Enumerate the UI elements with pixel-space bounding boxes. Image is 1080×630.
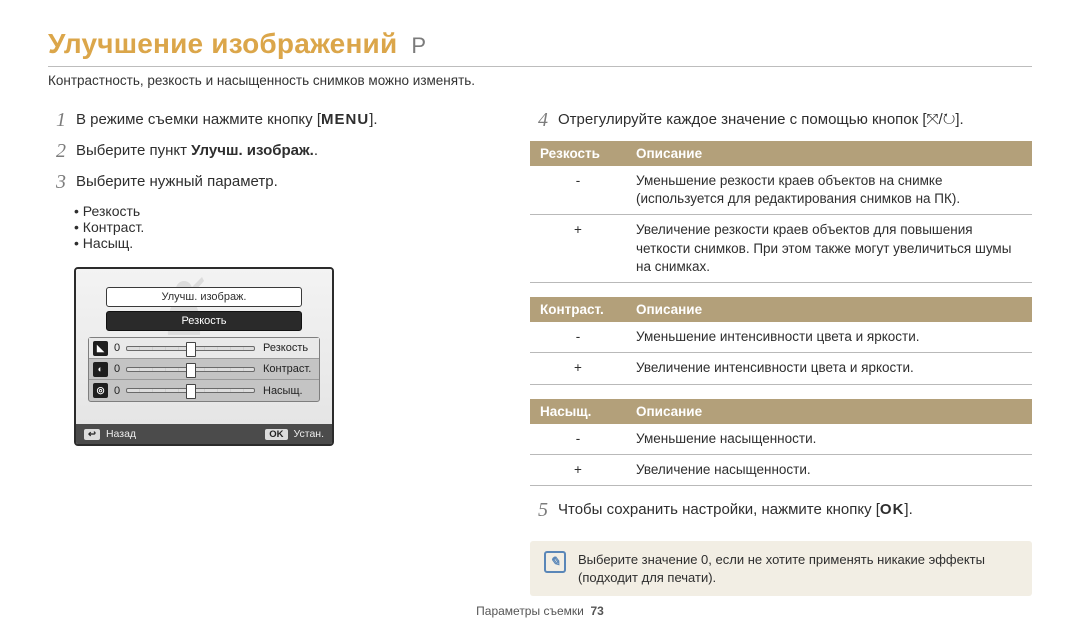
step-1-pre: В режиме съемки нажмите кнопку [ (76, 111, 321, 128)
slider-label: Резкость (259, 342, 315, 354)
page-number: 73 (591, 604, 604, 618)
step-2-bold: Улучш. изображ. (191, 142, 314, 159)
bullet-item: Контраст. (74, 219, 494, 235)
step-number: 1 (48, 110, 66, 131)
th: Контраст. (530, 297, 626, 322)
slider-value: 0 (112, 363, 122, 375)
camera-screen: Улучш. изображ. Резкость ◣ 0 Резкость ◐ … (74, 267, 334, 446)
step-number: 4 (530, 110, 548, 131)
footer-section: Параметры съемки (476, 604, 584, 618)
page-title: Улучшение изображений (48, 28, 397, 60)
table-row: +Увеличение резкости краев объектов для … (530, 215, 1032, 283)
slider-bar[interactable] (126, 346, 255, 351)
step-4-text: Отрегулируйте каждое значение с помощью … (558, 110, 1032, 131)
back-key-icon[interactable]: ↩ (84, 429, 100, 440)
mode-badge: P (411, 33, 426, 59)
th: Резкость (530, 141, 626, 166)
bullet-item: Насыщ. (74, 235, 494, 251)
saturation-icon: ◎ (93, 383, 108, 398)
menu-title: Улучш. изображ. (106, 287, 302, 307)
step-1-post: ]. (369, 111, 377, 128)
sharpness-icon: ◣ (93, 341, 108, 356)
table-row: -Уменьшение резкости краев объектов на с… (530, 166, 1032, 215)
info-icon: ✎ (544, 551, 566, 573)
th: Описание (626, 141, 1032, 166)
ok-icon: OK (880, 500, 905, 520)
slider-value: 0 (112, 385, 122, 397)
step-3-text: Выберите нужный параметр. (76, 172, 494, 193)
slider-row-sharpness[interactable]: ◣ 0 Резкость (89, 338, 319, 359)
slider-bar[interactable] (126, 367, 255, 372)
table-contrast: Контраст.Описание -Уменьшение интенсивно… (530, 297, 1032, 384)
table-sharpness: РезкостьОписание -Уменьшение резкости кр… (530, 141, 1032, 283)
slider-row-contrast[interactable]: ◐ 0 Контраст. (89, 359, 319, 380)
th: Насыщ. (530, 399, 626, 424)
table-row: +Увеличение интенсивности цвета и яркост… (530, 353, 1032, 384)
divider (48, 66, 1032, 67)
step-number: 5 (530, 500, 548, 521)
step-2-post: . (314, 142, 318, 159)
step-3-bullets: Резкость Контраст. Насыщ. (74, 203, 494, 251)
table-row: -Уменьшение насыщенности. (530, 424, 1032, 455)
step-2-pre: Выберите пункт (76, 142, 191, 159)
table-saturation: Насыщ.Описание -Уменьшение насыщенности.… (530, 399, 1032, 486)
slider-label: Контраст. (259, 363, 315, 375)
menu-icon: MENU (321, 110, 369, 130)
back-label: Назад (106, 428, 136, 440)
note-text: Выберите значение 0, если не хотите прим… (578, 551, 1018, 586)
sliders: ◣ 0 Резкость ◐ 0 Контраст. ◎ 0 (88, 337, 320, 402)
table-row: +Увеличение насыщенности. (530, 454, 1032, 485)
step-2-text: Выберите пункт Улучш. изображ.. (76, 141, 494, 162)
slider-value: 0 (112, 342, 122, 354)
active-param: Резкость (106, 311, 302, 331)
step-number: 2 (48, 141, 66, 162)
th: Описание (626, 297, 1032, 322)
step-5-pre: Чтобы сохранить настройки, нажмите кнопк… (558, 501, 880, 518)
ok-key-icon[interactable]: OK (265, 429, 287, 440)
step-5-text: Чтобы сохранить настройки, нажмите кнопк… (558, 500, 1032, 521)
slider-row-saturation[interactable]: ◎ 0 Насыщ. (89, 380, 319, 401)
slider-bar[interactable] (126, 388, 255, 393)
step-number: 3 (48, 172, 66, 193)
bullet-item: Резкость (74, 203, 494, 219)
slider-label: Насыщ. (259, 385, 315, 397)
contrast-icon: ◐ (93, 362, 108, 377)
table-row: -Уменьшение интенсивности цвета и яркост… (530, 322, 1032, 353)
note-box: ✎ Выберите значение 0, если не хотите пр… (530, 541, 1032, 596)
page-footer: Параметры съемки 73 (0, 604, 1080, 618)
step-5-post: ]. (904, 501, 912, 518)
th: Описание (626, 399, 1032, 424)
step-1-text: В режиме съемки нажмите кнопку [MENU]. (76, 110, 494, 131)
set-label: Устан. (294, 428, 324, 440)
page-subtitle: Контрастность, резкость и насыщенность с… (48, 73, 1032, 88)
